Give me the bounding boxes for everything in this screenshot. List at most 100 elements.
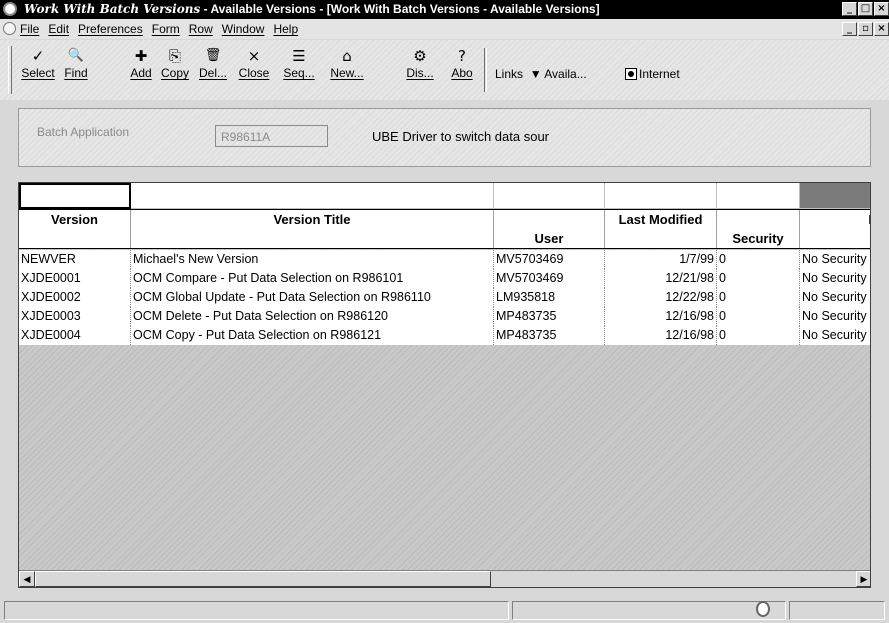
cell-version: NEWVER: [19, 250, 131, 269]
cell-user: LM935818: [494, 288, 605, 307]
table-row[interactable]: NEWVER Michael's New Version MV5703469 1…: [19, 250, 870, 269]
batch-application-label: Batch Application: [37, 125, 130, 139]
app-icon[interactable]: [3, 2, 17, 16]
cell-version: XJDE0004: [19, 326, 131, 345]
cell-modified: 12/16/98: [605, 307, 717, 326]
scroll-right-icon[interactable]: ▶: [856, 571, 870, 587]
cell-title: Michael's New Version: [131, 250, 494, 269]
qbe-extra-cell: [800, 183, 870, 209]
qbe-modified-cell[interactable]: [605, 183, 717, 209]
title-bar: Work With Batch Versions - Available Ver…: [0, 0, 889, 19]
display-button[interactable]: ⚙ Dis...: [401, 46, 439, 94]
new-button[interactable]: ⌂ New...: [325, 46, 369, 94]
document-icon[interactable]: [3, 22, 16, 35]
status-panel-right: [789, 601, 885, 620]
batch-application-field: R98611A: [215, 125, 328, 147]
delete-label: Del...: [198, 66, 227, 80]
menu-bar: File Edit Preferences Form Row Window He…: [0, 19, 889, 39]
status-bar: [0, 597, 889, 623]
col-header-security[interactable]: Security: [717, 210, 800, 248]
col-header-last-modified[interactable]: Last Modified: [605, 210, 717, 248]
menu-help[interactable]: Help: [273, 22, 298, 36]
close-window-button[interactable]: ×: [874, 2, 889, 16]
cell-title: OCM Compare - Put Data Selection on R986…: [131, 269, 494, 288]
qbe-version-cell[interactable]: [19, 183, 131, 209]
table-row[interactable]: XJDE0002 OCM Global Update - Put Data Se…: [19, 288, 870, 307]
col-header-version[interactable]: Version: [19, 210, 131, 248]
col-header-security-desc[interactable]: I: [800, 210, 870, 248]
sequence-button[interactable]: ☰ Seq...: [275, 46, 323, 94]
cell-version: XJDE0003: [19, 307, 131, 326]
cell-modified: 1/7/99: [605, 250, 717, 269]
menu-edit[interactable]: Edit: [48, 22, 69, 36]
cell-user: MP483735: [494, 307, 605, 326]
table-row[interactable]: XJDE0004 OCM Copy - Put Data Selection o…: [19, 326, 870, 345]
menu-file[interactable]: File: [20, 22, 39, 36]
select-label: Select: [21, 66, 55, 80]
qbe-security-cell[interactable]: [717, 183, 800, 209]
scrollbar-thumb[interactable]: [35, 571, 491, 587]
menu-form[interactable]: Form: [152, 22, 180, 36]
cell-version: XJDE0002: [19, 288, 131, 307]
chevron-down-icon: ▼: [529, 67, 542, 81]
toolbar-grip[interactable]: [8, 46, 12, 94]
copy-icon: ⎘: [168, 47, 181, 65]
cell-security-desc: No Security: [802, 328, 867, 342]
menu-preferences[interactable]: Preferences: [78, 22, 143, 36]
select-button[interactable]: ✓ Select: [18, 46, 58, 94]
cell-security-desc: No Security: [802, 271, 867, 285]
grid-empty-area: [19, 345, 870, 561]
add-button[interactable]: ✚ Add: [128, 46, 154, 94]
display-label: Dis...: [406, 66, 434, 80]
about-button[interactable]: ? Abo: [447, 46, 477, 94]
qbe-user-cell[interactable]: [494, 183, 605, 209]
child-restore-button[interactable]: ▫: [858, 22, 873, 36]
cell-modified: 12/16/98: [605, 326, 717, 345]
child-window-controls: _ ▫ ×: [842, 22, 889, 36]
scroll-left-icon[interactable]: ◀: [19, 571, 35, 587]
find-icon: 🔍: [67, 48, 85, 63]
minimize-button[interactable]: _: [842, 2, 857, 16]
child-close-button[interactable]: ×: [874, 22, 889, 36]
new-icon: ⌂: [342, 47, 352, 65]
cell-user: MV5703469: [494, 269, 605, 288]
copy-button[interactable]: ⎘ Copy: [158, 46, 192, 94]
cell-security: 0: [717, 307, 800, 326]
qbe-title-cell[interactable]: [131, 183, 494, 209]
toolbar-separator: [484, 48, 487, 92]
sequence-icon: ☰: [292, 47, 306, 65]
menu-window[interactable]: Window: [222, 22, 265, 36]
display-icon: ⚙: [413, 47, 427, 65]
grid-rows: NEWVER Michael's New Version MV5703469 1…: [19, 250, 870, 345]
toolbar: ✓ Select 🔍 Find ✚ Add ⎘ Copy 🗑 Del... × …: [0, 40, 889, 100]
about-icon: ?: [458, 47, 466, 65]
window-controls: _ □ ×: [842, 2, 889, 16]
cell-security: 0: [717, 250, 800, 269]
maximize-button[interactable]: □: [858, 2, 873, 16]
col-header-user[interactable]: User: [494, 210, 605, 248]
about-label: Abo: [451, 66, 473, 80]
cell-modified: 12/22/98: [605, 288, 717, 307]
table-row[interactable]: XJDE0003 OCM Delete - Put Data Selection…: [19, 307, 870, 326]
internet-label: Internet: [639, 67, 680, 81]
find-button[interactable]: 🔍 Find: [60, 46, 92, 94]
available-label: Availa...: [544, 67, 587, 81]
column-header-row: Version Version Title User Last Modified…: [19, 209, 870, 249]
delete-button[interactable]: 🗑 Del...: [194, 46, 232, 94]
child-minimize-button[interactable]: _: [842, 22, 857, 36]
cell-security: 0: [717, 326, 800, 345]
internet-button[interactable]: Internet: [625, 67, 680, 81]
col-header-version-title[interactable]: Version Title: [131, 210, 494, 248]
table-row[interactable]: XJDE0001 OCM Compare - Put Data Selectio…: [19, 269, 870, 288]
new-label: New...: [330, 66, 364, 80]
links-menu[interactable]: Links ▼ Availa...: [495, 67, 587, 81]
cell-security: 0: [717, 288, 800, 307]
application-window: Work With Batch Versions - Available Ver…: [0, 0, 889, 623]
cell-version: XJDE0001: [19, 269, 131, 288]
menu-row[interactable]: Row: [189, 22, 213, 36]
close-button[interactable]: × Close: [235, 46, 273, 94]
horizontal-scrollbar[interactable]: ◀ ▶: [19, 570, 870, 587]
window-title-app: Work With Batch Versions: [24, 2, 201, 16]
header-form: Batch Application R98611A UBE Driver to …: [18, 108, 871, 167]
status-panel-main: [4, 601, 509, 620]
